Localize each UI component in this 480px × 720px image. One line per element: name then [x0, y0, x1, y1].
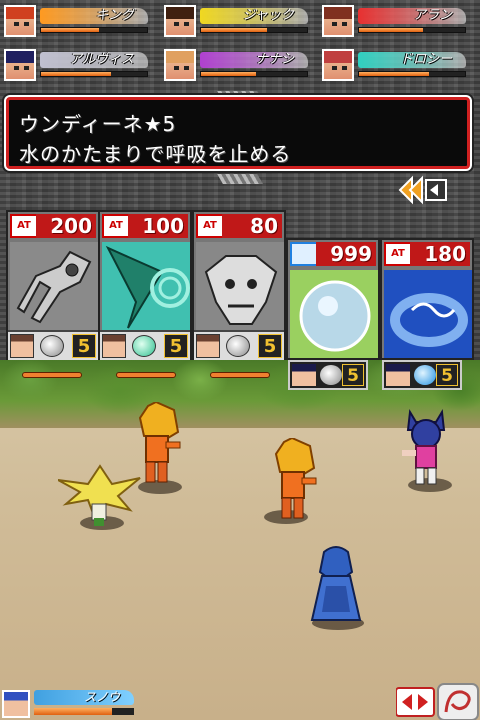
avatar	[2, 690, 30, 718]
hp-bar	[200, 71, 308, 77]
arm-card-beast[interactable]: AT 80 5	[192, 210, 286, 360]
attack-label: AT	[196, 214, 224, 238]
member-name: ドロシー	[399, 52, 452, 67]
element-icon	[40, 335, 64, 357]
nameplate: アルヴィス	[40, 52, 148, 68]
attack-value: 200	[36, 214, 96, 238]
equipped-arm-slot[interactable]: 5	[288, 360, 368, 390]
cost-value: 5	[72, 334, 96, 358]
avatar	[322, 5, 354, 37]
avatar	[4, 49, 36, 81]
party-status: キング ジャック アラン アルヴィス ナナシ ドロシー	[0, 0, 480, 88]
hp-bar	[40, 71, 148, 77]
cost-value: 5	[258, 334, 282, 358]
avatar	[102, 334, 126, 358]
avatar	[164, 49, 196, 81]
nameplate: ジャック	[200, 8, 308, 24]
water-drop-icon	[290, 242, 318, 266]
cost-value: 5	[436, 364, 458, 386]
element-icon	[226, 335, 250, 357]
avatar	[4, 5, 36, 37]
party-member-alan: アラン	[318, 2, 468, 40]
hp-bar	[200, 27, 308, 33]
arm-card-bubble[interactable]: 999	[286, 238, 380, 360]
player-name: スノウ	[83, 690, 120, 704]
equipped-arm-slot[interactable]: 5	[382, 360, 462, 390]
enemy-hp-bar	[210, 372, 270, 378]
battle-field: 5 5 スノウ	[0, 360, 480, 720]
nameplate: ドロシー	[358, 52, 466, 68]
arm-name: ウンディーネ★5	[19, 112, 177, 136]
nameplate: スノウ	[34, 690, 134, 705]
enemy-hp-bar	[116, 372, 176, 378]
cost-value: 5	[342, 364, 364, 386]
nameplate: キング	[40, 8, 148, 24]
party-member-king: キング	[0, 2, 150, 40]
arm-card-claw[interactable]: AT 200 5	[6, 210, 100, 360]
bubble-arm-icon	[290, 270, 378, 358]
attack-value: 80	[222, 214, 282, 238]
avatar	[196, 334, 220, 358]
attack-value: 100	[128, 214, 188, 238]
enemy-orange-fighter-1[interactable]	[130, 402, 186, 490]
beast-arm-icon	[196, 242, 284, 334]
member-name: キング	[95, 8, 134, 23]
player-status: スノウ	[0, 688, 150, 720]
nameplate: アラン	[358, 8, 466, 24]
arm-card-blade[interactable]: AT 100 5	[98, 210, 192, 360]
arm-card-ring[interactable]: AT 180	[380, 238, 474, 360]
attack-label: AT	[10, 214, 38, 238]
avatar	[386, 364, 410, 386]
arm-description: 水のかたまりで呼吸を止める	[19, 142, 292, 166]
enemy-orange-fighter-2[interactable]	[266, 438, 322, 526]
enemy-hp-bar	[22, 372, 82, 378]
hp-bar	[358, 71, 466, 77]
party-member-nanashi: ナナシ	[160, 46, 310, 84]
party-member-dorothy: ドロシー	[318, 46, 468, 84]
member-name: アルヴィス	[69, 52, 134, 67]
player-hooded-character[interactable]	[304, 542, 368, 630]
claw-arm-icon	[10, 242, 98, 334]
avatar	[322, 49, 354, 81]
ring-arm-icon	[384, 270, 472, 358]
hp-bar	[40, 27, 148, 33]
cost-value: 5	[164, 334, 188, 358]
avatar	[164, 5, 196, 37]
divider-ornament	[217, 174, 263, 184]
attack-label: AT	[102, 214, 130, 238]
target-switch-controls	[396, 683, 479, 720]
member-name: ナナシ	[254, 52, 294, 67]
attack-value: 999	[316, 242, 376, 266]
party-member-jack: ジャック	[160, 2, 310, 40]
wind-element-icon	[132, 335, 156, 357]
avatar	[292, 364, 316, 386]
member-name: ジャック	[242, 8, 294, 23]
attack-value: 180	[410, 242, 470, 266]
hp-bar	[358, 27, 466, 33]
water-element-icon	[414, 365, 436, 385]
blade-arm-icon	[102, 242, 190, 334]
nameplate: ナナシ	[200, 52, 308, 68]
member-name: アラン	[412, 8, 452, 23]
top-screen: キング ジャック アラン アルヴィス ナナシ ドロシー ウンディーネ★5 水のか…	[0, 0, 480, 360]
rewind-icon[interactable]	[398, 174, 448, 206]
attack-label: AT	[384, 242, 412, 266]
element-icon	[320, 365, 342, 385]
party-member-alviss: アルヴィス	[0, 46, 150, 84]
avatar	[10, 334, 34, 358]
hp-bar	[34, 708, 134, 715]
arm-description-box: ウンディーネ★5 水のかたまりで呼吸を止める	[6, 97, 470, 169]
ally-pink-catgirl[interactable]	[398, 408, 454, 488]
